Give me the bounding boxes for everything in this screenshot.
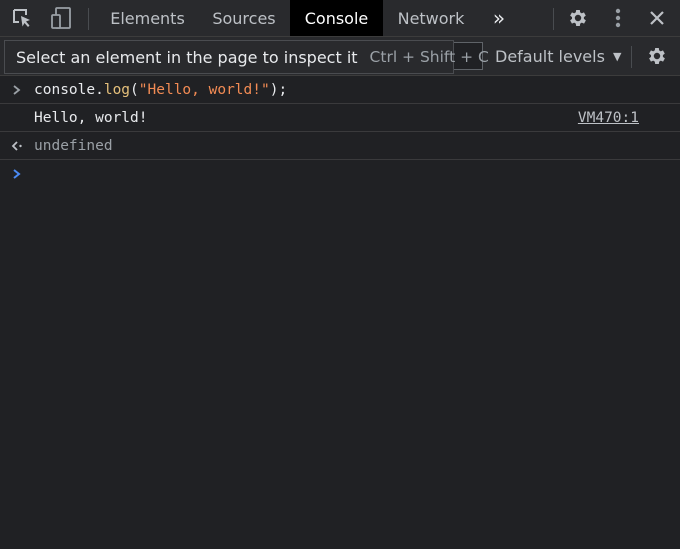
chevron-double-right-icon: » <box>492 6 506 30</box>
device-toolbar-icon[interactable] <box>48 5 74 31</box>
code-token: ); <box>269 81 288 98</box>
console-settings-gear-icon[interactable] <box>644 43 670 69</box>
tab-label: Network <box>397 8 465 28</box>
log-levels-label: Default levels <box>495 47 605 66</box>
tabbar-divider <box>553 8 554 30</box>
tab-elements[interactable]: Elements <box>101 0 194 36</box>
tab-console[interactable]: Console <box>290 0 383 36</box>
tabbar-divider <box>88 8 89 30</box>
inspect-element-icon[interactable] <box>9 5 35 31</box>
tab-label: Sources <box>212 8 276 28</box>
code-token: log <box>103 81 131 98</box>
gear-icon[interactable] <box>565 5 591 31</box>
code-token: "Hello, world!" <box>138 81 270 98</box>
tab-label: Elements <box>110 8 185 28</box>
console-log-line: Hello, world! VM470:1 <box>0 104 680 132</box>
more-vertical-icon[interactable] <box>605 5 631 31</box>
tooltip-shortcut: Ctrl + Shift + C <box>369 48 489 66</box>
input-chevron-icon <box>10 84 24 96</box>
more-tabs-button[interactable]: » <box>484 0 514 36</box>
source-link[interactable]: VM470:1 <box>578 110 639 126</box>
close-icon[interactable] <box>644 5 670 31</box>
inspect-tooltip: Select an element in the page to inspect… <box>4 40 489 74</box>
tooltip-text: Select an element in the page to inspect… <box>16 47 358 67</box>
result-arrow-icon <box>10 140 24 152</box>
log-levels-dropdown[interactable]: Default levels ▼ <box>495 37 621 76</box>
console-input-code: console.log("Hello, world!"); <box>34 82 287 98</box>
code-token: console. <box>34 81 104 98</box>
code-token: ( <box>130 81 139 98</box>
caret-down-icon: ▼ <box>612 50 622 63</box>
toolbar-divider <box>631 46 632 68</box>
console-messages: console.log("Hello, world!"); Hello, wor… <box>0 76 680 188</box>
devtools-tabbar: Elements Sources Console Network » <box>0 0 680 37</box>
console-prompt[interactable] <box>0 160 680 188</box>
tab-label: Console <box>304 8 369 28</box>
log-message: Hello, world! <box>34 109 148 126</box>
prompt-chevron-icon <box>10 168 24 180</box>
tab-network[interactable]: Network <box>386 0 476 36</box>
console-input-line: console.log("Hello, world!"); <box>0 76 680 104</box>
console-result-line: undefined <box>0 132 680 160</box>
result-value: undefined <box>34 137 113 154</box>
tab-sources[interactable]: Sources <box>198 0 290 36</box>
